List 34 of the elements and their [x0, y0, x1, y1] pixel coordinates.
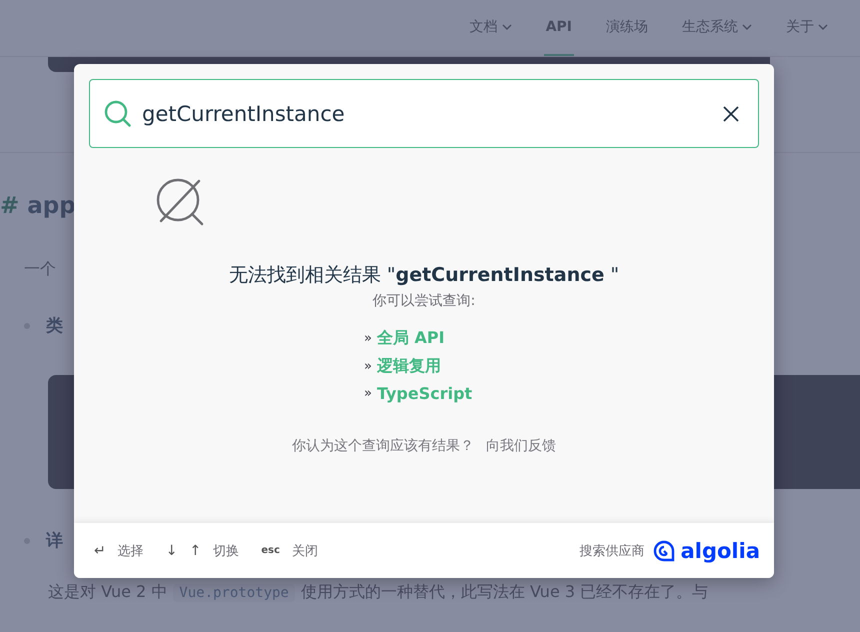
- paragraph-text: 使用方式的一种替代，此写法在 Vue 3 已经不存在了。与: [300, 582, 708, 603]
- nav-link[interactable]: 演练场: [604, 0, 650, 56]
- bullet-marker: »: [364, 331, 372, 346]
- list-item-text: 详: [46, 530, 63, 552]
- command-label: 选择: [118, 542, 144, 560]
- search-field[interactable]: getCurrentInstance: [89, 79, 759, 148]
- key-hint: esc: [261, 545, 280, 556]
- command-label: 关闭: [292, 542, 318, 560]
- paragraph-text: 这是对 Vue 2 中: [48, 582, 168, 603]
- section-heading: # app: [0, 193, 76, 219]
- nav-link[interactable]: 文档: [468, 0, 514, 56]
- bullet-marker: »: [364, 359, 372, 374]
- provider-label: 搜索供应商: [580, 542, 645, 560]
- key-hint: ↓: [166, 542, 178, 558]
- provider-logo[interactable]: algolia: [652, 538, 760, 562]
- suggestion-link[interactable]: TypeScript: [376, 384, 472, 403]
- key-hint: ↵: [94, 542, 106, 558]
- bullet-marker: »: [364, 386, 372, 401]
- nav-link[interactable]: 生态系统: [680, 0, 754, 56]
- command-label: 切换: [213, 542, 240, 560]
- no-results-message: 无法找到相关结果 "getCurrentInstance ": [228, 263, 620, 288]
- search-input[interactable]: getCurrentInstance: [142, 98, 708, 130]
- suggestion-link[interactable]: 逻辑复用: [376, 356, 441, 377]
- feedback-text: 你认为这个查询应该有结果？: [292, 437, 474, 455]
- feedback-link[interactable]: 向我们反馈: [486, 437, 556, 455]
- paragraph-text: 一个: [24, 259, 56, 280]
- hint-text: 你可以尝试查询:: [372, 292, 476, 310]
- no-results-icon: [156, 178, 204, 226]
- key-hint: ↑: [189, 542, 202, 558]
- logo-icon: [652, 540, 675, 562]
- search-icon: [104, 100, 132, 128]
- nav-link[interactable]: 关于: [784, 0, 830, 56]
- list-item-text: 类: [46, 315, 63, 337]
- suggestion-link[interactable]: 全局 API: [376, 328, 445, 349]
